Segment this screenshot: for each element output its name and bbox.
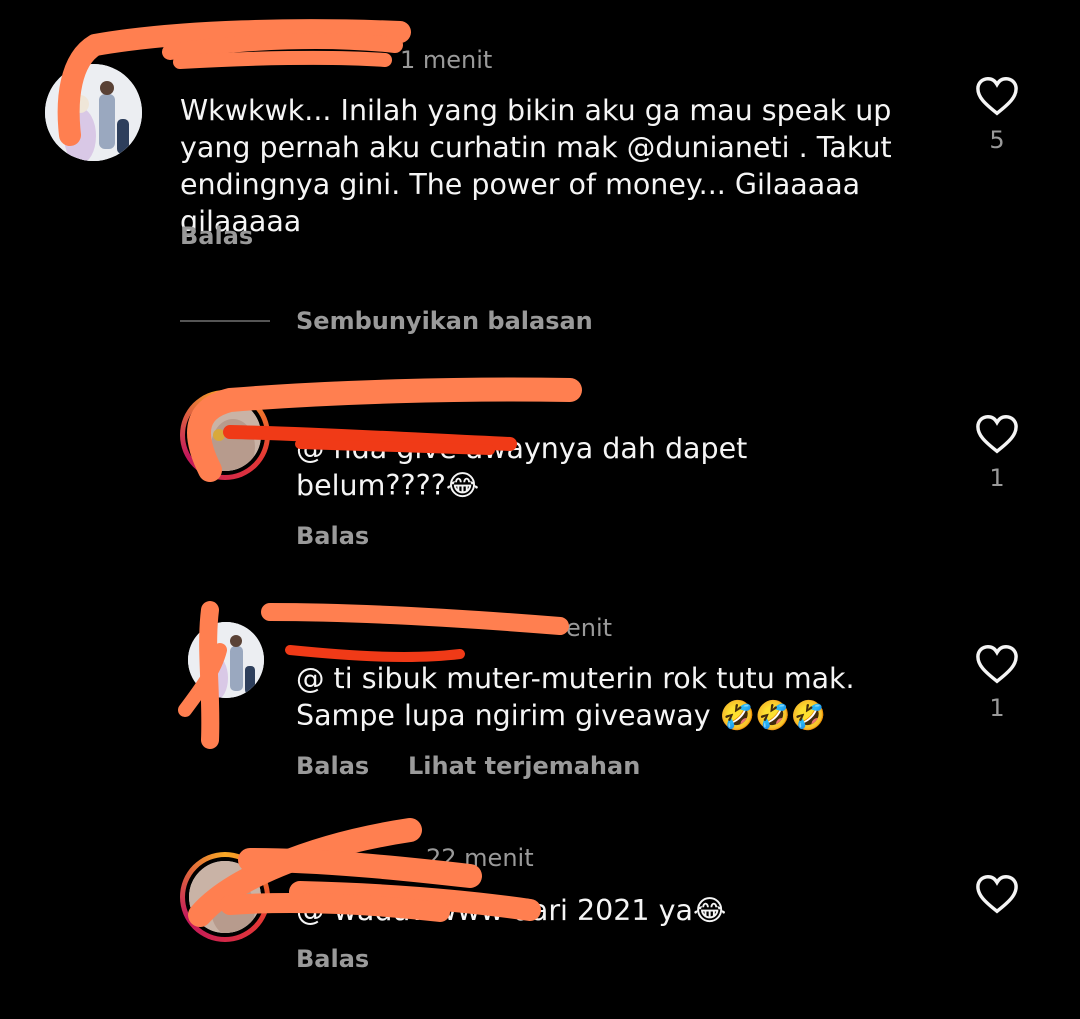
like-count: 1 [989,464,1005,492]
comment-text: @ nda give awaynya dah dapet belum????😂 [296,432,748,502]
like-count: 5 [989,126,1005,154]
comment-text: Wkwkwk... Inilah yang bikin aku ga mau s… [180,94,892,238]
timestamp: enit [566,614,613,642]
reply-button[interactable]: Balas [180,222,253,250]
avatar-with-story-ring[interactable] [180,390,270,480]
see-translation-button[interactable]: Lihat terjemahan [408,752,640,780]
avatar[interactable] [45,64,142,161]
avatar-with-story-ring[interactable] [180,852,270,942]
like-button[interactable]: 1 [975,414,1019,492]
reply-button[interactable]: Balas [296,522,369,550]
comment-meta: 22 menit [296,844,534,872]
reply-button[interactable]: Balas [296,945,369,973]
like-button[interactable]: 1 [975,644,1019,722]
timestamp: 22 menit [426,844,534,872]
avatar [185,395,265,475]
like-button[interactable] [975,874,1019,924]
heart-icon [976,874,1018,914]
comment-meta: enit [296,614,612,642]
comment-text: @ ti sibuk muter-muterin rok tutu mak. S… [296,662,855,732]
avatar-photo [45,64,142,161]
avatar-photo [189,399,261,471]
avatar [185,857,265,937]
avatar[interactable] [188,622,264,698]
like-count: 1 [989,694,1005,722]
avatar-photo [188,622,264,698]
heart-icon [976,644,1018,684]
hide-replies-button[interactable]: Sembunyikan balasan [296,307,593,335]
avatar-photo [189,861,261,933]
timestamp: 1 menit [400,46,493,74]
reply-button[interactable]: Balas [296,752,369,780]
heart-icon [976,76,1018,116]
divider [180,320,270,322]
like-button[interactable]: 5 [975,76,1019,154]
scribble [285,645,465,662]
comment-text: @ waduwwww dari 2021 ya😂 [296,894,727,927]
comment-meta: 1 menit [180,46,492,74]
comment-1: 1 menit Wkwkwk... Inilah yang bikin aku … [0,0,1080,260]
heart-icon [976,414,1018,454]
